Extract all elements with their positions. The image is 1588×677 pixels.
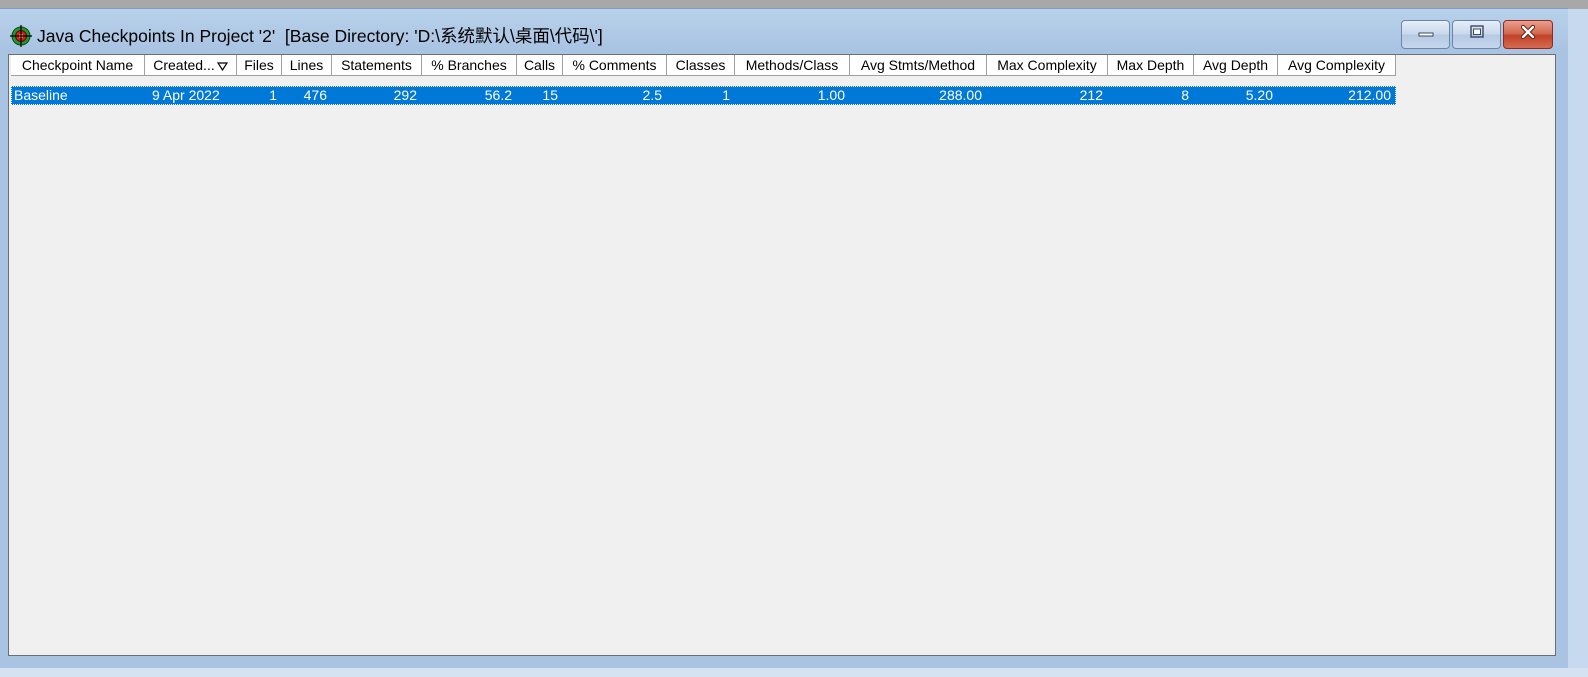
cell-comments: 2.5 [642, 87, 662, 103]
column-header-max-depth[interactable]: Max Depth [1108, 55, 1194, 76]
column-header-lines[interactable]: Lines [282, 55, 332, 76]
column-header-avg-stmts-per-method[interactable]: Avg Stmts/Method [850, 55, 987, 76]
cell-max-depth: 8 [1181, 87, 1189, 103]
cell-avg-stmts-per-method: 288.00 [939, 87, 982, 103]
cell-branches: 56.2 [484, 87, 512, 103]
cell-max-complexity: 212 [1079, 87, 1103, 103]
cell-statements: 292 [393, 87, 417, 103]
cell-avg-complexity: 212.00 [1348, 87, 1391, 103]
cell-lines: 476 [303, 87, 327, 103]
column-header-classes[interactable]: Classes [667, 55, 735, 76]
column-header-methods-per-class[interactable]: Methods/Class [735, 55, 850, 76]
checkpoint-list-view[interactable]: Checkpoint Name Created... Files Lines S… [8, 54, 1556, 656]
cell-created: 9 Apr 2022 [152, 87, 220, 103]
column-header-max-complexity[interactable]: Max Complexity [987, 55, 1108, 76]
close-button[interactable] [1503, 20, 1553, 49]
cell-methods-per-class: 1.00 [817, 87, 845, 103]
cell-avg-depth: 5.20 [1245, 87, 1273, 103]
column-header-checkpoint-name[interactable]: Checkpoint Name [11, 55, 145, 76]
table-header: Checkpoint Name Created... Files Lines S… [11, 55, 1396, 76]
column-header-branches[interactable]: % Branches [422, 55, 517, 76]
table-row[interactable]: Baseline 9 Apr 2022 1 476 292 56.2 15 2.… [11, 86, 1396, 105]
column-header-calls[interactable]: Calls [517, 55, 563, 76]
column-header-avg-complexity[interactable]: Avg Complexity [1278, 55, 1396, 76]
cell-calls: 15 [542, 87, 558, 103]
column-header-statements[interactable]: Statements [332, 55, 422, 76]
sort-descending-icon [216, 56, 228, 75]
cell-checkpoint-name: Baseline [14, 87, 68, 103]
column-header-comments[interactable]: % Comments [563, 55, 667, 76]
window-title: Java Checkpoints In Project '2' [Base Di… [37, 26, 603, 46]
column-header-created[interactable]: Created... [145, 55, 237, 76]
minimize-button[interactable] [1401, 20, 1450, 49]
maximize-button[interactable] [1452, 20, 1501, 49]
cell-classes: 1 [722, 87, 730, 103]
column-header-files[interactable]: Files [237, 55, 282, 76]
background-strip [0, 668, 1588, 677]
column-header-avg-depth[interactable]: Avg Depth [1194, 55, 1278, 76]
target-crosshair-icon[interactable] [10, 25, 32, 47]
title-bar[interactable]: Java Checkpoints In Project '2' [Base Di… [0, 9, 1568, 55]
checkpoints-window: Java Checkpoints In Project '2' [Base Di… [0, 8, 1588, 668]
cell-files: 1 [269, 87, 277, 103]
close-icon [1519, 24, 1537, 45]
maximize-icon [1468, 24, 1486, 45]
minimize-icon [1417, 26, 1435, 44]
